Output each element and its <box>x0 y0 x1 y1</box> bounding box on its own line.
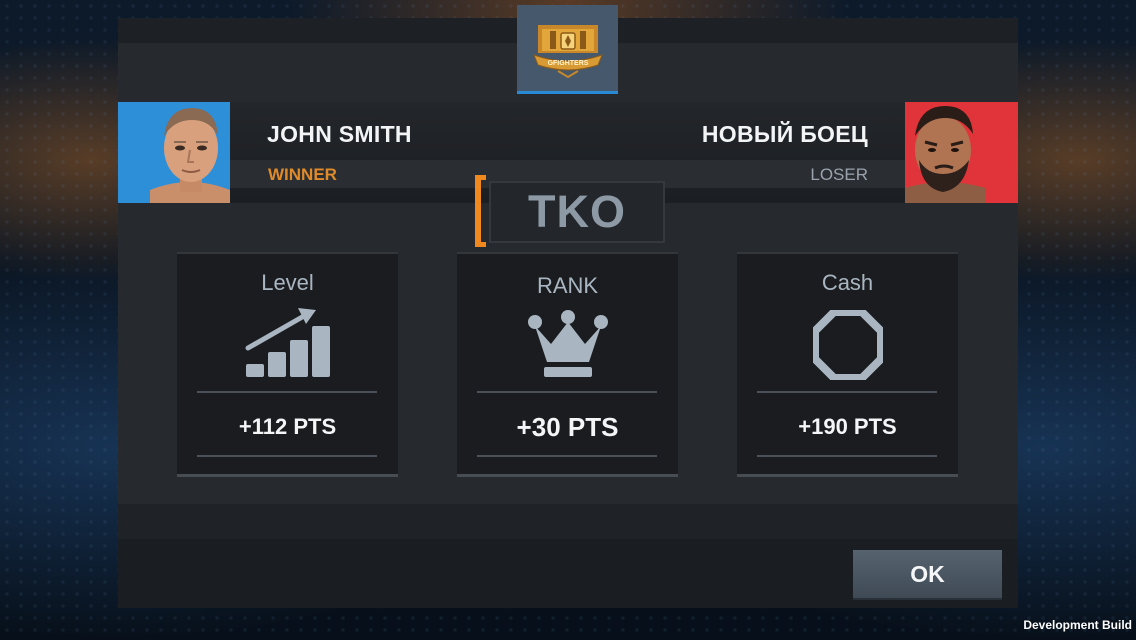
reward-card-rank: RANK +30 PTS <box>457 252 678 477</box>
development-build-label: Development Build <box>1023 618 1132 632</box>
loser-label: LOSER <box>810 165 868 184</box>
crown-icon <box>528 310 608 377</box>
level-up-chart-icon <box>245 308 330 377</box>
winner-bracket-icon <box>475 175 486 247</box>
ok-button[interactable]: OK <box>853 550 1002 598</box>
winner-label: WINNER <box>268 165 337 184</box>
card-divider <box>197 391 377 393</box>
reward-card-cash: Cash +190 PTS <box>737 252 958 477</box>
arena-emblem-icon: GFIGHTERS <box>532 25 603 79</box>
reward-value: +30 PTS <box>516 412 619 442</box>
panel-band <box>118 504 1018 539</box>
card-divider <box>477 455 657 457</box>
reward-value: +190 PTS <box>798 414 897 439</box>
reward-title: Level <box>261 270 314 295</box>
reward-value: +112 PTS <box>238 414 337 439</box>
emblem-text: GFIGHTERS <box>547 60 588 67</box>
emblem-tab: GFIGHTERS <box>517 5 618 94</box>
card-divider <box>757 391 937 393</box>
finish-method: TKO <box>528 186 626 237</box>
loser-name: НОВЫЙ БОЕЦ <box>701 121 868 147</box>
reward-card-level: Level +112 PTS <box>177 252 398 477</box>
card-divider <box>757 455 937 457</box>
card-divider <box>477 391 657 393</box>
octagon-icon <box>813 310 883 380</box>
reward-title: Cash <box>821 270 874 295</box>
winner-portrait <box>150 102 230 203</box>
loser-portrait <box>905 102 985 203</box>
reward-title: RANK <box>536 273 599 298</box>
finish-method-box: TKO <box>489 181 665 243</box>
winner-name: JOHN SMITH <box>267 121 412 147</box>
card-divider <box>197 455 377 457</box>
